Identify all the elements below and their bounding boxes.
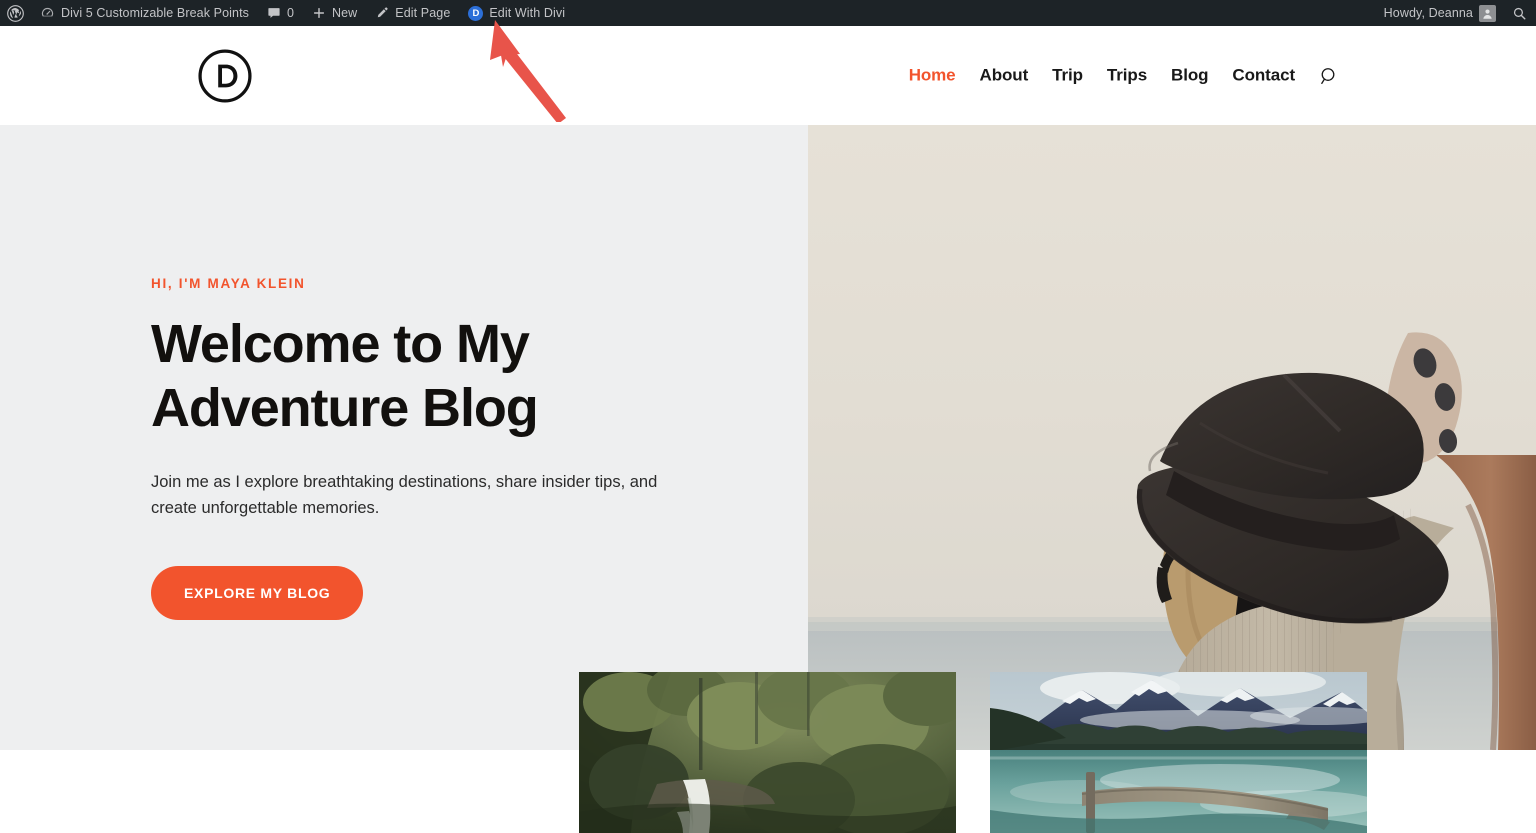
admin-bar-search-button[interactable] <box>1503 0 1536 26</box>
wp-admin-bar: Divi 5 Customizable Break Points 0 New E… <box>0 0 1536 26</box>
admin-bar-edit-with-divi-label: Edit With Divi <box>489 6 566 20</box>
primary-navigation: Home About Trip Trips Blog Contact <box>897 65 1340 86</box>
nav-item-contact[interactable]: Contact <box>1220 66 1307 86</box>
admin-bar-comments-button[interactable]: 0 <box>258 0 303 26</box>
dashboard-speedometer-icon <box>40 6 55 21</box>
hero-subtitle: Join me as I explore breathtaking destin… <box>151 472 658 518</box>
divi-circled-d-logo-icon <box>198 48 252 103</box>
hero-image-column <box>808 125 1536 750</box>
search-icon <box>1321 67 1335 84</box>
admin-bar-edit-page-button[interactable]: Edit Page <box>366 0 459 26</box>
admin-bar-new-label: New <box>331 6 358 20</box>
explore-my-blog-button[interactable]: EXPLORE MY BLOG <box>151 565 364 620</box>
hero-title: Welcome to My Adventure Blog <box>151 314 539 439</box>
admin-bar-comments-count: 0 <box>287 6 294 20</box>
admin-bar-edit-with-divi-button[interactable]: D Edit With Divi <box>459 0 574 26</box>
image-card-waterfall[interactable] <box>579 672 956 833</box>
image-card-mountain-lake[interactable] <box>990 672 1367 833</box>
admin-bar-site-name[interactable]: Divi 5 Customizable Break Points <box>31 0 258 26</box>
nav-item-trips[interactable]: Trips <box>1095 66 1159 86</box>
hero-eyebrow: HI, I'M MAYA KLEIN <box>151 276 306 291</box>
header-search-button[interactable] <box>1307 65 1340 86</box>
nav-item-about[interactable]: About <box>968 66 1041 86</box>
admin-bar-new-button[interactable]: New <box>303 0 366 26</box>
divi-logo-icon: D <box>468 5 484 21</box>
comment-bubble-icon <box>267 6 281 20</box>
admin-bar-site-name-label: Divi 5 Customizable Break Points <box>61 6 249 20</box>
nav-item-blog[interactable]: Blog <box>1159 66 1220 86</box>
search-icon <box>1512 6 1527 21</box>
wordpress-logo-icon <box>7 4 24 22</box>
admin-bar-my-account-button[interactable]: Howdy, Deanna <box>1377 0 1503 26</box>
browser-page: Divi 5 Customizable Break Points 0 New E… <box>0 0 1536 833</box>
admin-bar-edit-page-label: Edit Page <box>395 6 451 20</box>
plus-icon <box>312 6 326 20</box>
hero-copy: HI, I'M MAYA KLEIN Welcome to My Adventu… <box>151 276 751 620</box>
admin-bar-howdy-label: Howdy, Deanna <box>1383 6 1473 20</box>
hero-text-column: HI, I'M MAYA KLEIN Welcome to My Adventu… <box>0 125 808 750</box>
site-header: Home About Trip Trips Blog Contact <box>0 26 1536 125</box>
hero-photo <box>808 125 1536 750</box>
admin-bar-right-group: Howdy, Deanna <box>1377 0 1536 26</box>
admin-bar-wp-logo-button[interactable] <box>0 0 31 26</box>
hero-section: HI, I'M MAYA KLEIN Welcome to My Adventu… <box>0 125 1536 750</box>
nav-item-home[interactable]: Home <box>897 66 968 86</box>
user-avatar-icon <box>1479 4 1496 22</box>
nav-item-trip[interactable]: Trip <box>1040 66 1095 86</box>
site-logo[interactable] <box>196 47 254 105</box>
pencil-icon <box>375 6 389 20</box>
